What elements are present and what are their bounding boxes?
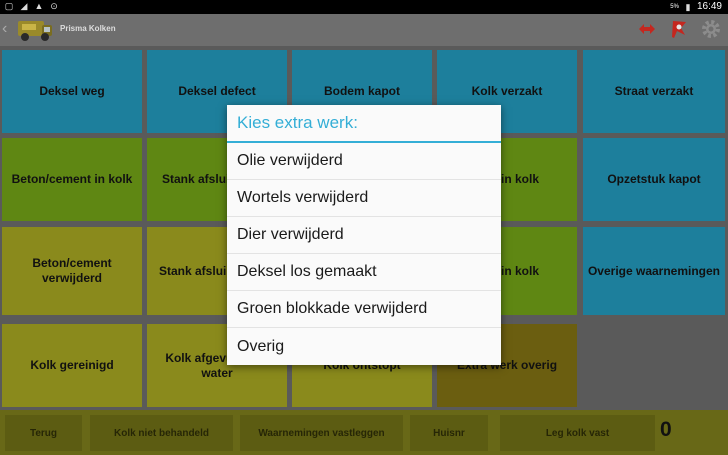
tile-straat-verzakt[interactable]: Straat verzakt: [583, 50, 725, 133]
dialog-option-olie[interactable]: Olie verwijderd: [227, 143, 501, 180]
kolk-counter: 0: [660, 418, 672, 441]
tile-opzetstuk-kapot[interactable]: Opzetstuk kapot: [583, 138, 725, 221]
tile-kolk-gereinigd[interactable]: Kolk gereinigd: [2, 324, 142, 407]
dialog-option-dier[interactable]: Dier verwijderd: [227, 217, 501, 254]
back-chevron-icon[interactable]: ‹: [2, 20, 7, 38]
status-bar: ▢ ◢ ▲ ⊙ 5% ▮ 16:49: [0, 0, 728, 14]
waarnemingen-vastleggen-button[interactable]: Waarnemingen vastleggen: [240, 415, 403, 451]
gear-icon[interactable]: [700, 18, 722, 40]
dialog-option-deksel-los[interactable]: Deksel los gemaakt: [227, 254, 501, 291]
dialog-title: Kies extra werk:: [227, 105, 501, 143]
app-title: Prisma Kolken: [60, 24, 116, 33]
dialog-option-groen-blokkade[interactable]: Groen blokkade verwijderd: [227, 291, 501, 328]
sync-icon: ⊙: [50, 1, 58, 11]
dialog-option-wortels[interactable]: Wortels verwijderd: [227, 180, 501, 217]
swap-arrows-icon[interactable]: [636, 18, 658, 40]
dialog-option-overig[interactable]: Overig: [227, 328, 501, 365]
kolk-niet-behandeld-button[interactable]: Kolk niet behandeld: [90, 415, 233, 451]
extra-werk-dialog: Kies extra werk: Olie verwijderd Wortels…: [227, 105, 501, 365]
notification-square-icon: ▢: [4, 1, 14, 11]
tile-beton-in-kolk[interactable]: Beton/cement in kolk: [2, 138, 142, 221]
action-bar: ‹ Prisma Kolken: [0, 14, 728, 46]
van-logo-icon[interactable]: [16, 17, 54, 43]
flag-icon[interactable]: [668, 18, 690, 40]
bottom-action-bar: Terug Kolk niet behandeld Waarnemingen v…: [0, 410, 728, 455]
leg-kolk-vast-button[interactable]: Leg kolk vast: [500, 415, 655, 451]
wifi-icon: ◢: [20, 1, 28, 11]
tile-beton-verwijderd[interactable]: Beton/cement verwijderd: [2, 227, 142, 315]
battery-icon: ▮: [685, 1, 691, 12]
tile-deksel-weg[interactable]: Deksel weg: [2, 50, 142, 133]
terug-button[interactable]: Terug: [5, 415, 82, 451]
warning-icon: ▲: [34, 1, 44, 11]
battery-percent: 5%: [670, 3, 679, 10]
tile-overige-waarnemingen[interactable]: Overige waarnemingen: [583, 227, 725, 315]
huisnr-button[interactable]: Huisnr: [410, 415, 488, 451]
status-time: 16:49: [696, 1, 722, 12]
